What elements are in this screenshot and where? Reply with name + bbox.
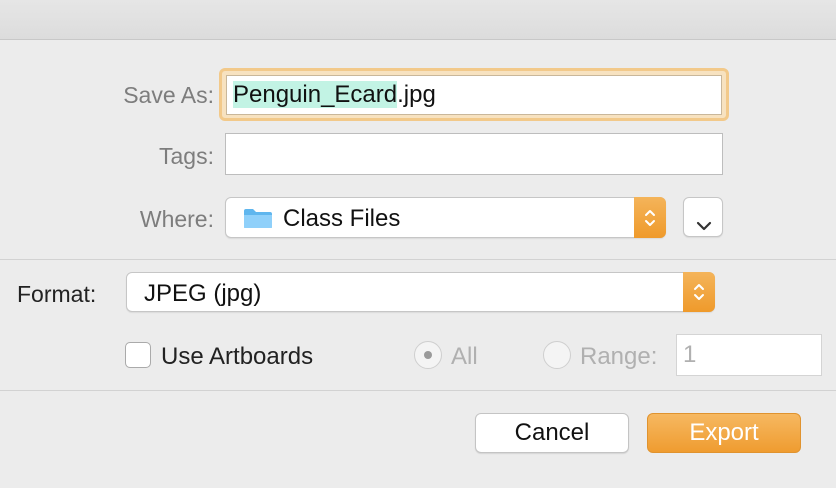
filename-extension: .jpg <box>397 81 436 108</box>
all-label: All <box>451 343 478 370</box>
format-stepper-icon <box>683 272 715 312</box>
where-stepper-icon <box>634 197 666 238</box>
filename-selected-text: Penguin_Ecard <box>233 81 398 108</box>
all-radio[interactable] <box>414 341 442 369</box>
expand-button[interactable] <box>683 197 723 237</box>
where-label: Where: <box>139 206 214 232</box>
format-popup[interactable]: JPEG (jpg) <box>126 272 715 312</box>
range-label: Range: <box>580 343 658 370</box>
cancel-button[interactable]: Cancel <box>475 413 629 453</box>
use-artboards-label: Use Artboards <box>161 343 314 370</box>
save-as-focus-ring: Penguin_Ecard.jpg <box>219 68 729 121</box>
export-button[interactable]: Export <box>647 413 801 453</box>
where-popup[interactable]: Class Files <box>225 197 666 238</box>
range-radio[interactable] <box>543 341 571 369</box>
range-field[interactable]: 1 <box>676 334 822 376</box>
folder-icon <box>243 207 273 229</box>
tags-field[interactable] <box>225 133 723 175</box>
divider-top <box>0 259 836 260</box>
where-value: Class Files <box>283 205 401 232</box>
divider-bottom <box>0 390 836 391</box>
tags-label: Tags: <box>159 143 214 169</box>
format-value: JPEG (jpg) <box>144 280 262 307</box>
title-bar <box>0 0 836 40</box>
save-as-field[interactable]: Penguin_Ecard.jpg <box>226 75 722 115</box>
radio-dot-icon <box>424 351 432 359</box>
chevron-down-icon <box>695 211 713 239</box>
use-artboards-checkbox[interactable] <box>125 342 151 368</box>
save-as-label: Save As: <box>123 82 214 108</box>
format-label: Format: <box>17 281 97 307</box>
